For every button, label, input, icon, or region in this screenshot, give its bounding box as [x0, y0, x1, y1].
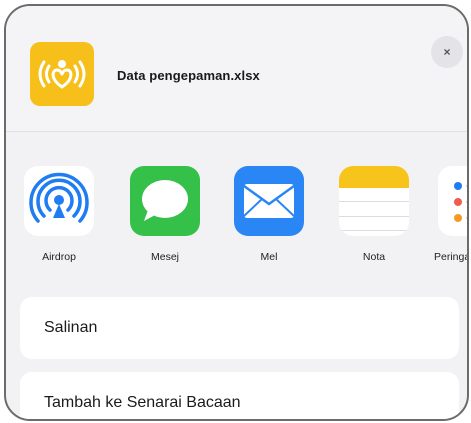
share-sheet: Data pengepaman.xlsx × Airdrop Mesej Mel… [4, 4, 469, 421]
share-targets-row: Airdrop Mesej Mel Nota Peringa [6, 166, 467, 281]
action-label: Tambah ke Senarai Bacaan [44, 394, 241, 411]
app-icon [30, 42, 94, 106]
reminders-icon [438, 166, 467, 236]
heart-signal-icon [38, 60, 86, 89]
share-target-label: Airdrop [42, 251, 76, 263]
message-bubble-icon [130, 166, 200, 236]
share-target-mesej[interactable]: Mesej [120, 166, 210, 263]
mail-envelope-icon [234, 166, 304, 236]
share-target-label: Mesej [150, 251, 179, 263]
close-icon: × [443, 44, 451, 59]
share-target-airdrop[interactable]: Airdrop [14, 166, 104, 263]
share-target-peringatan[interactable]: Peringa [428, 166, 469, 263]
action-label: Salinan [44, 319, 98, 336]
airdrop-icon [24, 166, 94, 236]
action-add-reading-list[interactable]: Tambah ke Senarai Bacaan [20, 372, 459, 419]
share-target-label: Nota [362, 251, 386, 263]
share-target-nota[interactable]: Nota [329, 166, 419, 263]
share-target-label: Mel [260, 251, 278, 263]
share-target-mel[interactable]: Mel [224, 166, 314, 263]
file-name: Data pengepaman.xlsx [117, 68, 260, 83]
share-target-label: Peringa [434, 251, 469, 263]
notes-icon [339, 166, 409, 236]
share-header: Data pengepaman.xlsx × [6, 6, 467, 132]
action-copy[interactable]: Salinan [20, 297, 459, 359]
close-button[interactable]: × [431, 36, 463, 68]
